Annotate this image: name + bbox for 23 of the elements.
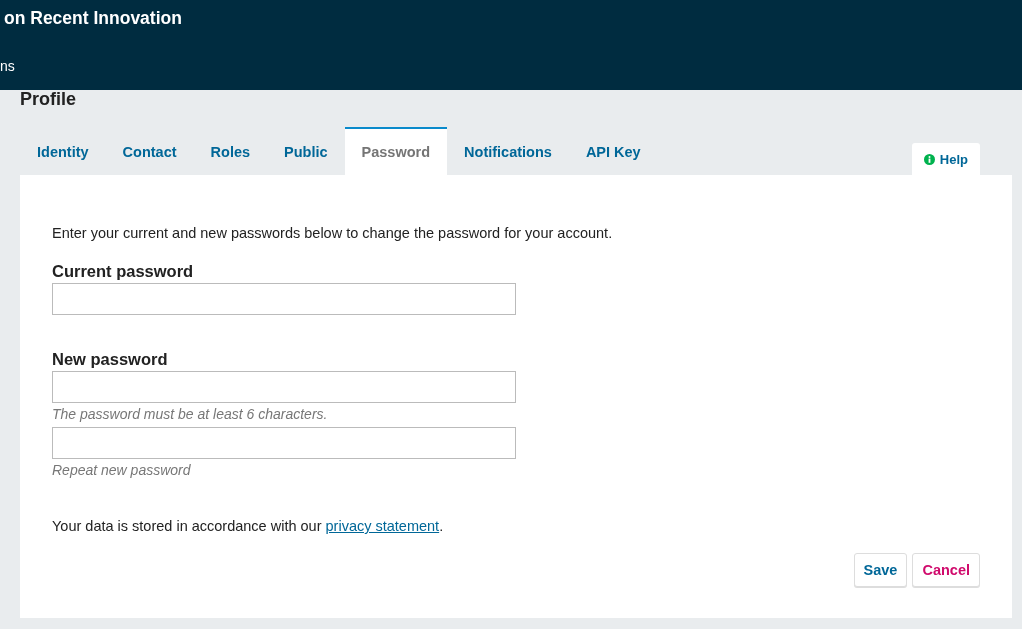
intro-text: Enter your current and new passwords below to change the password for your account. bbox=[52, 224, 614, 243]
tab[interactable]: Contact bbox=[105, 127, 194, 175]
privacy-notice: Your data is stored in accordance with our privacy statement. bbox=[52, 517, 445, 536]
tab[interactable]: Public bbox=[267, 127, 345, 175]
field-label: Current password bbox=[52, 261, 195, 282]
tab[interactable]: Password bbox=[344, 127, 448, 175]
nav-link[interactable]: ns bbox=[0, 57, 15, 75]
tab[interactable]: Identity bbox=[20, 127, 106, 175]
password-field[interactable] bbox=[52, 283, 516, 315]
password-field[interactable] bbox=[52, 427, 516, 459]
password-field[interactable] bbox=[52, 371, 516, 403]
info-icon bbox=[923, 153, 935, 165]
field-hint: Repeat new password bbox=[52, 461, 192, 480]
tab[interactable]: API Key bbox=[568, 127, 658, 175]
site-title: on Recent Innovation bbox=[4, 7, 182, 29]
help-button[interactable]: Help bbox=[911, 143, 980, 175]
page-title: Profile bbox=[20, 90, 76, 108]
tab[interactable]: Notifications bbox=[447, 127, 569, 175]
field-hint: The password must be at least 6 characters. bbox=[52, 405, 329, 424]
cancel-button[interactable]: Cancel bbox=[912, 553, 980, 587]
tab[interactable]: Roles bbox=[193, 127, 268, 175]
field-label: New password bbox=[52, 349, 169, 370]
save-button[interactable]: Save bbox=[853, 553, 908, 587]
